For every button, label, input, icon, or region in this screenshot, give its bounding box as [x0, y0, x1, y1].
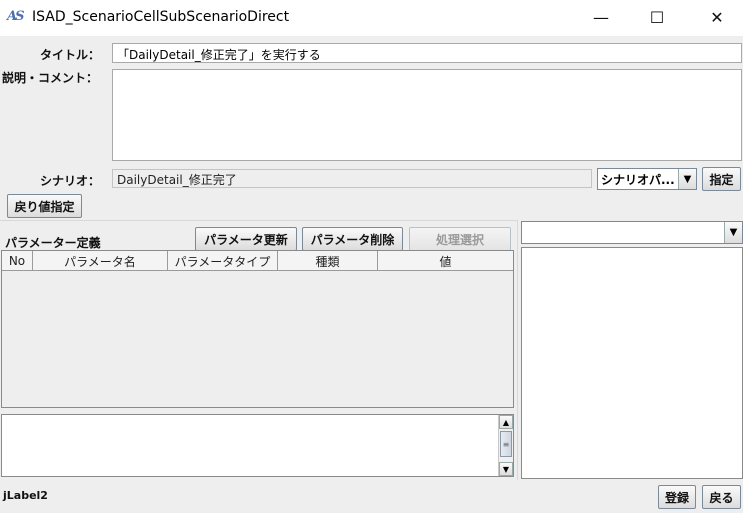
scenario-combo[interactable]: シナリオパ... ▼ — [597, 168, 697, 190]
register-button[interactable]: 登録 — [658, 485, 696, 509]
scenario-label: シナリオ： — [40, 174, 101, 188]
close-button[interactable]: ✕ — [694, 0, 740, 34]
back-button[interactable]: 戻る — [702, 485, 741, 509]
column-header-type[interactable]: パラメータタイプ — [168, 251, 278, 271]
close-icon: ✕ — [710, 7, 724, 27]
scroll-thumb[interactable]: ≡ — [500, 431, 512, 457]
column-header-no[interactable]: No — [2, 251, 33, 271]
return-value-button[interactable]: 戻り値指定 — [7, 194, 82, 218]
parameter-table-header: No パラメータ名 パラメータタイプ 種類 値 — [2, 251, 513, 271]
parameter-table[interactable]: No パラメータ名 パラメータタイプ 種類 値 — [1, 250, 514, 408]
title-field[interactable]: 「DailyDetail_修正完了」を実行する — [112, 43, 742, 63]
chevron-down-icon: ▼ — [678, 169, 696, 189]
scenario-combo-value: シナリオパ... — [601, 172, 675, 187]
split-divider[interactable] — [517, 220, 518, 480]
right-panel-combo[interactable]: ▼ — [521, 221, 743, 244]
dialog-body: タイトル： 「DailyDetail_修正完了」を実行する 説明・コメント： シ… — [0, 36, 743, 513]
update-parameter-button[interactable]: パラメータ更新 — [195, 227, 297, 251]
delete-parameter-button[interactable]: パラメータ削除 — [302, 227, 403, 251]
specify-button[interactable]: 指定 — [702, 167, 741, 191]
scroll-down-icon[interactable]: ▼ — [499, 462, 513, 476]
vertical-scrollbar[interactable]: ▲ ≡ ▼ — [498, 415, 513, 476]
right-panel-list[interactable] — [521, 247, 743, 479]
status-label: jLabel2 — [3, 489, 48, 502]
detail-textarea[interactable]: ▲ ≡ ▼ — [1, 414, 514, 477]
column-header-value[interactable]: 値 — [378, 251, 513, 271]
scenario-field: DailyDetail_修正完了 — [112, 169, 592, 188]
column-header-name[interactable]: パラメータ名 — [33, 251, 168, 271]
window-title: ISAD_ScenarioCellSubScenarioDirect — [32, 9, 290, 25]
window-titlebar: AS ISAD_ScenarioCellSubScenarioDirect — … — [0, 0, 743, 36]
select-process-button[interactable]: 処理選択 — [409, 227, 511, 251]
comment-label: 説明・コメント： — [2, 71, 99, 85]
column-header-kind[interactable]: 種類 — [278, 251, 378, 271]
maximize-button[interactable]: ☐ — [634, 0, 680, 34]
maximize-icon: ☐ — [649, 7, 665, 27]
scroll-up-icon[interactable]: ▲ — [499, 415, 513, 429]
parameter-section-label: パラメーター定義 — [5, 236, 101, 250]
minimize-button[interactable]: — — [578, 0, 624, 34]
app-logo-icon: AS — [7, 9, 24, 24]
title-label: タイトル： — [40, 48, 101, 62]
chevron-down-icon: ▼ — [724, 222, 742, 243]
minimize-icon: — — [593, 7, 609, 27]
comment-textarea[interactable] — [112, 69, 742, 161]
divider — [0, 220, 518, 221]
